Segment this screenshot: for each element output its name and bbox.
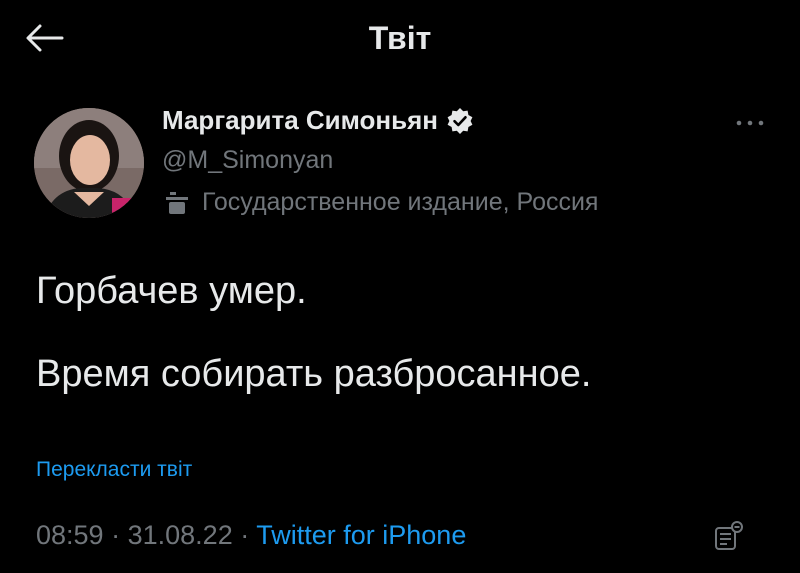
state-media-label[interactable]: Государственное издание, Россия — [162, 188, 598, 217]
tweet-time[interactable]: 08:59 — [36, 520, 104, 550]
meta-separator: · — [111, 520, 121, 550]
state-media-podium-icon — [166, 191, 188, 214]
affiliation-text: Государственное издание, Россия — [202, 188, 599, 216]
tweet-date[interactable]: 31.08.22 — [128, 520, 233, 550]
top-bar: Твіт — [0, 0, 800, 80]
more-horizontal-icon — [736, 120, 764, 126]
more-options-button[interactable] — [728, 108, 772, 138]
author-name[interactable]: Маргарита Симоньян — [162, 105, 474, 136]
analytics-button[interactable] — [706, 514, 750, 558]
author-name-text: Маргарита Симоньян — [162, 105, 438, 135]
analytics-icon — [715, 521, 743, 550]
tweet-metadata: 08:59 · 31.08.22 · Twitter for iPhone — [36, 520, 466, 551]
translate-tweet-link[interactable]: Перекласти твіт — [36, 458, 192, 482]
meta-separator: · — [240, 520, 250, 550]
verified-badge-icon — [447, 107, 473, 134]
tweet-text-line-1: Горбачев умер. — [36, 270, 307, 312]
author-handle[interactable]: @M_Simonyan — [162, 146, 333, 175]
avatar-photo — [34, 108, 144, 218]
avatar[interactable] — [34, 108, 144, 218]
tweet-source-link[interactable]: Twitter for iPhone — [256, 520, 466, 550]
tweet-text-line-2: Время собирать разбросанное. — [36, 353, 592, 395]
page-title: Твіт — [368, 20, 432, 56]
